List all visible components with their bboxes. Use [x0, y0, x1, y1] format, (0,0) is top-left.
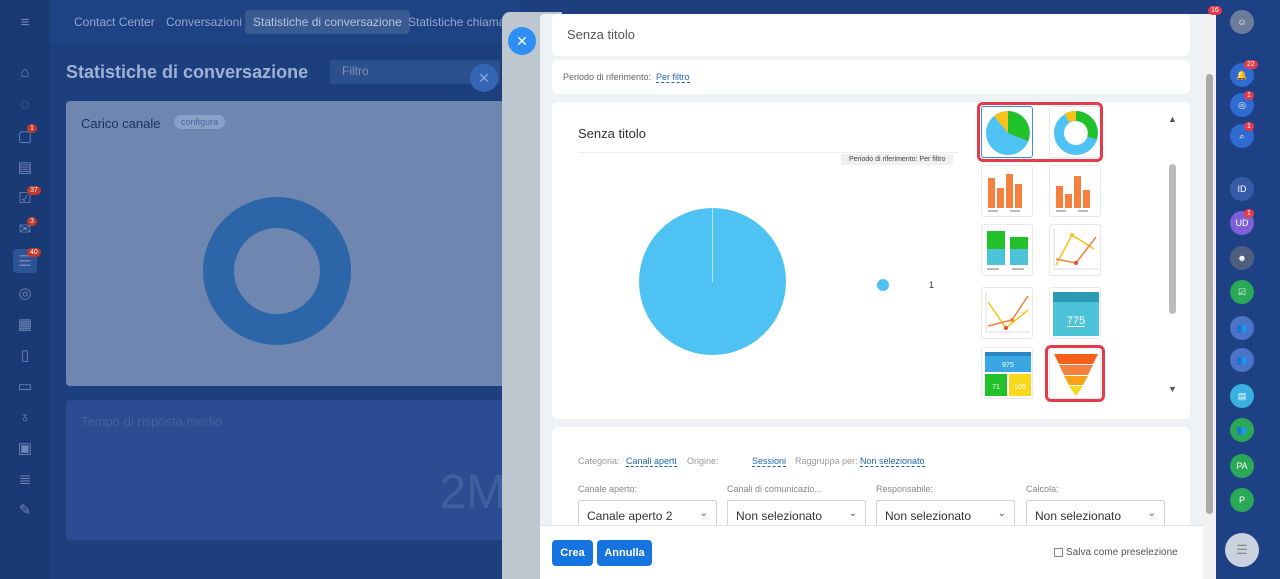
edit-icon[interactable]: ✎: [13, 498, 37, 522]
highlight-funnel: [1045, 345, 1105, 402]
card-value: 2M: [439, 466, 506, 519]
menu-icon[interactable]: ≡: [13, 10, 37, 34]
contact-ud-badge: 1: [1244, 209, 1254, 218]
line-chart-compare-icon[interactable]: [981, 287, 1033, 339]
divider: [578, 152, 958, 153]
drive-icon[interactable]: ▭: [13, 374, 37, 398]
tasks-icon[interactable]: ☑: [1230, 280, 1254, 304]
list-icon[interactable]: ≣: [13, 467, 37, 491]
calculate-label: Calcola:: [1026, 484, 1059, 494]
chevron-down-icon: ⌄: [1147, 508, 1156, 519]
period-link[interactable]: Per filtro: [656, 72, 690, 83]
stacked-bar-icon[interactable]: [981, 224, 1033, 276]
period-label: Periodo di riferimento:: [563, 72, 652, 82]
tab-statistiche-conversazione[interactable]: Statistiche di conversazione: [245, 10, 410, 34]
message-icon[interactable]: ▤: [1230, 384, 1254, 408]
widget-title-input[interactable]: Senza titolo: [567, 27, 635, 42]
group-icon[interactable]: ♁: [13, 405, 37, 429]
modal-scrollbar[interactable]: [1203, 14, 1216, 579]
card-title: Tempo di risposta medio: [81, 414, 222, 429]
configure-badge[interactable]: configura: [174, 115, 226, 129]
legend-value: 1: [929, 280, 935, 290]
search-chat-badge: 1: [1244, 122, 1254, 131]
chevron-down-icon: ⌄: [997, 508, 1006, 519]
ghost-close-icon: ✕: [470, 64, 498, 92]
preview-title: Senza titolo: [578, 126, 646, 141]
group-chat-icon[interactable]: 👥: [1230, 316, 1254, 340]
channel-load-card: Carico canale configura: [66, 101, 516, 386]
multi-number-block-icon[interactable]: 975 71 105: [981, 347, 1033, 399]
save-preset-option[interactable]: Salva come preselezione: [1054, 547, 1178, 558]
responsible-label: Responsabile:: [876, 484, 934, 494]
contact-avatar-p[interactable]: P: [1230, 488, 1254, 512]
cancel-button[interactable]: Annulla: [597, 540, 652, 566]
file-icon[interactable]: ▯: [13, 343, 37, 367]
scrollbar-thumb[interactable]: [1206, 74, 1213, 514]
top-navigation: Contact Center Conversazioni Statistiche…: [50, 0, 520, 44]
left-sidebar: ≡ ⌂ ◌ ▢ 1 ▤ ☑ 37 ✉ 3 ☰ 40 ◎ ▦ ▯ ▭ ♁ ▣ ≣ …: [0, 0, 50, 579]
category-label: Categoria:: [578, 456, 620, 466]
legend-marker: [877, 279, 889, 291]
document-icon[interactable]: ▤: [13, 155, 37, 179]
scroll-down-icon[interactable]: ▼: [1168, 384, 1177, 394]
top-badge: 16: [1208, 6, 1222, 15]
preview-period-tag: Periodo di riferimento: Per filtro: [841, 154, 954, 165]
open-chat-button[interactable]: ☰: [1225, 533, 1259, 567]
mail-badge: 3: [27, 217, 37, 226]
close-icon[interactable]: ✕: [508, 27, 536, 55]
inbox-icon[interactable]: ▣: [13, 436, 37, 460]
target-icon[interactable]: ◎: [13, 281, 37, 305]
comm-channels-label: Canali di comunicazio...: [727, 484, 823, 494]
contact-avatar-pa[interactable]: PA: [1230, 454, 1254, 478]
highlight-pie-group: [977, 102, 1103, 162]
pie-slice-line: [712, 208, 713, 282]
title-card: Senza titolo: [552, 14, 1190, 56]
chevron-down-icon: ⌄: [848, 508, 857, 519]
target-badge: 1: [1244, 91, 1254, 100]
home-icon[interactable]: ⌂: [13, 60, 37, 84]
group-chat-icon-3[interactable]: 👥: [1230, 418, 1254, 442]
preview-card: Senza titolo Periodo di riferimento: Per…: [552, 102, 1190, 419]
scroll-up-icon[interactable]: ▲: [1168, 114, 1177, 124]
bar-chart-icon[interactable]: [981, 165, 1033, 217]
card-title: Carico canale: [81, 116, 161, 131]
svg-text:975: 975: [1002, 362, 1014, 369]
svg-text:775: 775: [1067, 315, 1085, 327]
group-link[interactable]: Non selezionato: [860, 456, 925, 467]
calendar-icon[interactable]: ▦: [13, 312, 37, 336]
contact-avatar-photo[interactable]: ☻: [1230, 246, 1254, 270]
number-block-icon[interactable]: 775: [1049, 287, 1101, 339]
chat-badge: 1: [27, 124, 37, 133]
create-button[interactable]: Crea: [552, 540, 593, 566]
modal-footer: Crea Annulla Salva come preselezione: [540, 525, 1216, 579]
donut-chart: [203, 197, 351, 345]
notifications-badge: 22: [1244, 60, 1258, 69]
line-chart-icon[interactable]: [1049, 224, 1101, 276]
save-preset-checkbox[interactable]: [1054, 548, 1063, 557]
open-channel-label: Canale aperto:: [578, 484, 638, 494]
period-card: Periodo di riferimento: Per filtro: [552, 60, 1190, 94]
svg-text:71: 71: [992, 384, 1000, 391]
contact-avatar-id[interactable]: ID: [1230, 177, 1254, 201]
right-sidebar: ☺ 16 🔔 22 ◎ 1 ⌕ 1 ID UD 1 ☻ ☑ 👥 👥 ▤ 👥 PA…: [1208, 0, 1280, 579]
contact-center-badge: 40: [27, 248, 41, 257]
category-link[interactable]: Canali aperti: [626, 456, 677, 467]
save-preset-label: Salva come preselezione: [1066, 547, 1178, 558]
group-label: Raggruppa per:: [795, 456, 858, 466]
thumbnail-scrollbar[interactable]: [1169, 164, 1176, 314]
response-time-card: Tempo di risposta medio 2M: [66, 400, 516, 540]
svg-text:105: 105: [1014, 384, 1026, 391]
user-avatar[interactable]: ☺: [1230, 10, 1254, 34]
tab-conversazioni[interactable]: Conversazioni: [158, 10, 250, 34]
bar-chart-date-icon[interactable]: [1049, 165, 1101, 217]
activity-icon[interactable]: ◌: [13, 92, 37, 116]
widget-editor-modal: Senza titolo Periodo di riferimento: Per…: [540, 14, 1216, 579]
origin-label: Origine:: [687, 456, 719, 466]
page-title: Statistiche di conversazione: [66, 62, 309, 82]
chevron-down-icon: ⌄: [699, 508, 708, 519]
tasks-badge: 37: [27, 186, 41, 195]
tab-contact-center[interactable]: Contact Center: [66, 10, 163, 34]
group-chat-icon-2[interactable]: 👥: [1230, 348, 1254, 372]
origin-link[interactable]: Sessioni: [752, 456, 787, 467]
